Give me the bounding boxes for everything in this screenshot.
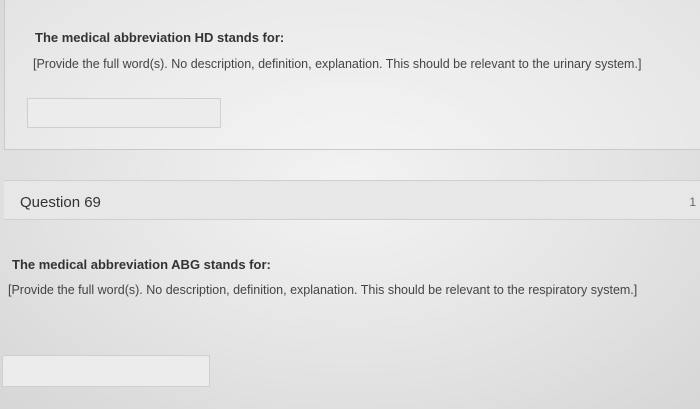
- question-69-title: Question 69: [20, 194, 101, 211]
- question-68-instructions: [Provide the full word(s). No descriptio…: [33, 57, 642, 71]
- question-69-answer-input[interactable]: [3, 356, 209, 386]
- question-69-points: 1: [689, 195, 696, 209]
- question-69-prompt: The medical abbreviation ABG stands for:: [12, 257, 271, 272]
- question-68-card: The medical abbreviation HD stands for: …: [4, 0, 700, 150]
- question-68-answer-box[interactable]: [27, 98, 221, 128]
- question-68-answer-input[interactable]: [28, 99, 220, 127]
- question-69-header: Question 69 1: [4, 180, 700, 220]
- question-69-answer-box[interactable]: [2, 355, 210, 387]
- question-69-instructions: [Provide the full word(s). No descriptio…: [8, 283, 638, 297]
- question-68-prompt: The medical abbreviation HD stands for:: [35, 30, 285, 45]
- question-69-body: The medical abbreviation ABG stands for:…: [0, 221, 700, 409]
